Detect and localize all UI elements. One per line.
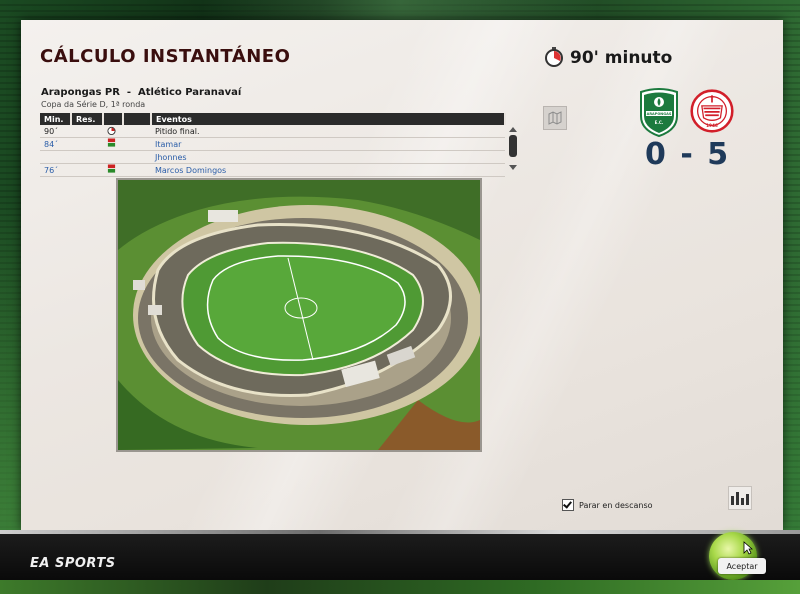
event-description: Pitido final. bbox=[151, 125, 505, 138]
event-minute: 90´ bbox=[40, 125, 71, 138]
substitution-icon bbox=[107, 138, 116, 147]
scroll-thumb[interactable] bbox=[509, 135, 517, 157]
bottom-background-strip bbox=[0, 580, 800, 594]
events-header-row: Min. Res. Eventos bbox=[40, 113, 506, 125]
pause-at-halftime-option[interactable]: Parar en descanso bbox=[562, 499, 653, 511]
mouse-cursor-icon bbox=[743, 541, 753, 555]
event-extra-cell bbox=[123, 150, 151, 164]
event-icon-cell bbox=[103, 163, 123, 177]
home-team-crest: ARAPONGAS E.C. bbox=[640, 88, 678, 138]
whistle-icon bbox=[107, 126, 116, 135]
event-player-link[interactable]: Jhonnes bbox=[151, 150, 505, 164]
match-minute: 90' minuto bbox=[570, 48, 673, 68]
pause-at-halftime-label: Parar en descanso bbox=[579, 500, 653, 510]
event-extra-cell bbox=[123, 125, 151, 138]
event-minute: 84´ bbox=[40, 137, 71, 151]
substitution-icon bbox=[107, 164, 116, 173]
event-result bbox=[71, 137, 103, 151]
column-header-icon bbox=[103, 113, 124, 125]
bar-chart-icon bbox=[741, 498, 744, 505]
footer-bar bbox=[0, 534, 800, 580]
competition-name: Copa da Série D, 1ª ronda bbox=[41, 100, 146, 109]
stadium-image bbox=[118, 180, 480, 450]
map-icon bbox=[548, 111, 562, 125]
event-icon-cell bbox=[103, 150, 123, 164]
bar-chart-icon bbox=[731, 496, 734, 505]
column-header-icon2 bbox=[123, 113, 152, 125]
accept-button[interactable]: Aceptar bbox=[718, 558, 766, 574]
event-player-link[interactable]: Itamar bbox=[151, 137, 505, 151]
table-row[interactable]: Jhonnes bbox=[40, 150, 505, 164]
svg-text:1946: 1946 bbox=[706, 123, 718, 128]
event-result bbox=[71, 125, 103, 138]
svg-text:E.C.: E.C. bbox=[655, 120, 664, 125]
bar-chart-icon bbox=[746, 494, 749, 505]
table-row: 90´ Pitido final. bbox=[40, 125, 505, 138]
scroll-down-arrow-icon[interactable] bbox=[509, 165, 517, 170]
event-extra-cell bbox=[123, 163, 151, 177]
statistics-button[interactable] bbox=[728, 486, 752, 510]
column-header-res: Res. bbox=[71, 113, 104, 125]
ea-sports-logo: EA SPORTS bbox=[30, 556, 116, 571]
map-button[interactable] bbox=[543, 106, 567, 130]
scroll-up-arrow-icon[interactable] bbox=[509, 127, 517, 132]
events-scrollbar[interactable] bbox=[509, 127, 517, 170]
away-team-crest: 1946 bbox=[690, 89, 734, 133]
event-result bbox=[71, 163, 103, 177]
event-result bbox=[71, 150, 103, 164]
stadium-photo bbox=[116, 178, 482, 452]
match-teams: Arapongas PR - Atlético Paranavaí bbox=[41, 87, 242, 98]
table-row[interactable]: 84´ Itamar bbox=[40, 137, 505, 151]
event-player-link[interactable]: Marcos Domingos bbox=[151, 163, 505, 177]
match-panel: CÁLCULO INSTANTÁNEO 90' minuto Arapongas… bbox=[21, 20, 783, 530]
match-score: 0 - 5 bbox=[645, 137, 731, 172]
event-icon-cell bbox=[103, 137, 123, 151]
event-extra-cell bbox=[123, 137, 151, 151]
pause-at-halftime-checkbox[interactable] bbox=[562, 499, 574, 511]
table-row[interactable]: 76´ Marcos Domingos bbox=[40, 163, 505, 177]
event-minute: 76´ bbox=[40, 163, 71, 177]
stopwatch-icon bbox=[545, 47, 563, 67]
events-table: Min. Res. Eventos 90´ Pitido final. 84´ … bbox=[40, 113, 506, 177]
event-icon-cell bbox=[103, 125, 123, 138]
column-header-min: Min. bbox=[40, 113, 72, 125]
svg-text:ARAPONGAS: ARAPONGAS bbox=[647, 112, 672, 116]
event-minute bbox=[40, 150, 71, 164]
bar-chart-icon bbox=[736, 492, 739, 505]
page-title: CÁLCULO INSTANTÁNEO bbox=[40, 46, 291, 67]
column-header-events: Eventos bbox=[151, 113, 506, 125]
